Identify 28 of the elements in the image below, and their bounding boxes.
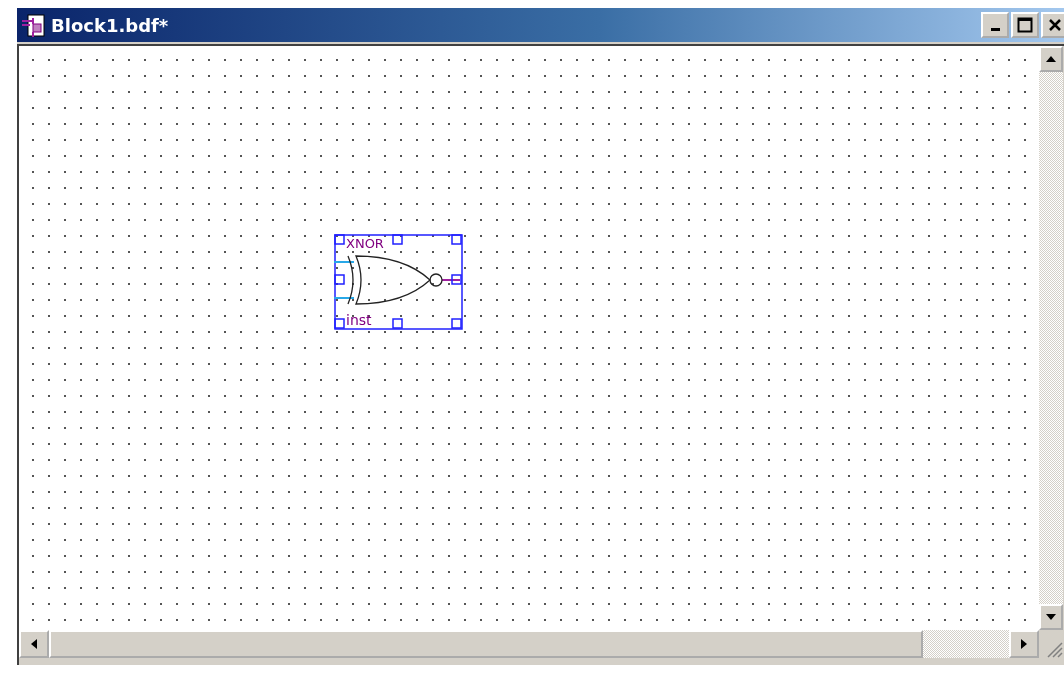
- scroll-right-button[interactable]: [1009, 630, 1039, 658]
- resize-handle[interactable]: [334, 318, 345, 329]
- resize-handle[interactable]: [334, 274, 345, 285]
- scroll-down-button[interactable]: [1039, 604, 1063, 630]
- close-button[interactable]: [1041, 12, 1064, 38]
- resize-handle[interactable]: [392, 234, 403, 245]
- resize-handle[interactable]: [451, 234, 462, 245]
- window-title: Block1.bdf*: [51, 14, 170, 36]
- resize-handle[interactable]: [451, 274, 462, 285]
- minimize-button[interactable]: [981, 12, 1009, 38]
- right-arrow-icon: [1020, 638, 1028, 650]
- resize-handle[interactable]: [334, 234, 345, 245]
- xnor-gate-icon: [347, 255, 443, 305]
- resize-handle[interactable]: [392, 318, 403, 329]
- down-arrow-icon: [1045, 613, 1057, 621]
- close-icon: [1048, 18, 1062, 32]
- minimize-icon: [990, 28, 1000, 31]
- up-arrow-icon: [1045, 55, 1057, 63]
- maximize-icon: [1017, 17, 1033, 33]
- left-arrow-icon: [30, 638, 38, 650]
- block-diagram-icon: [21, 12, 47, 38]
- symbol-name: XNOR: [346, 236, 384, 251]
- dot-grid-canvas[interactable]: XNOR inst: [19, 46, 1039, 630]
- maximize-button[interactable]: [1011, 12, 1039, 38]
- scroll-left-button[interactable]: [19, 630, 49, 658]
- scroll-up-button[interactable]: [1039, 46, 1063, 72]
- instance-name: inst: [346, 312, 372, 328]
- resize-handle[interactable]: [451, 318, 462, 329]
